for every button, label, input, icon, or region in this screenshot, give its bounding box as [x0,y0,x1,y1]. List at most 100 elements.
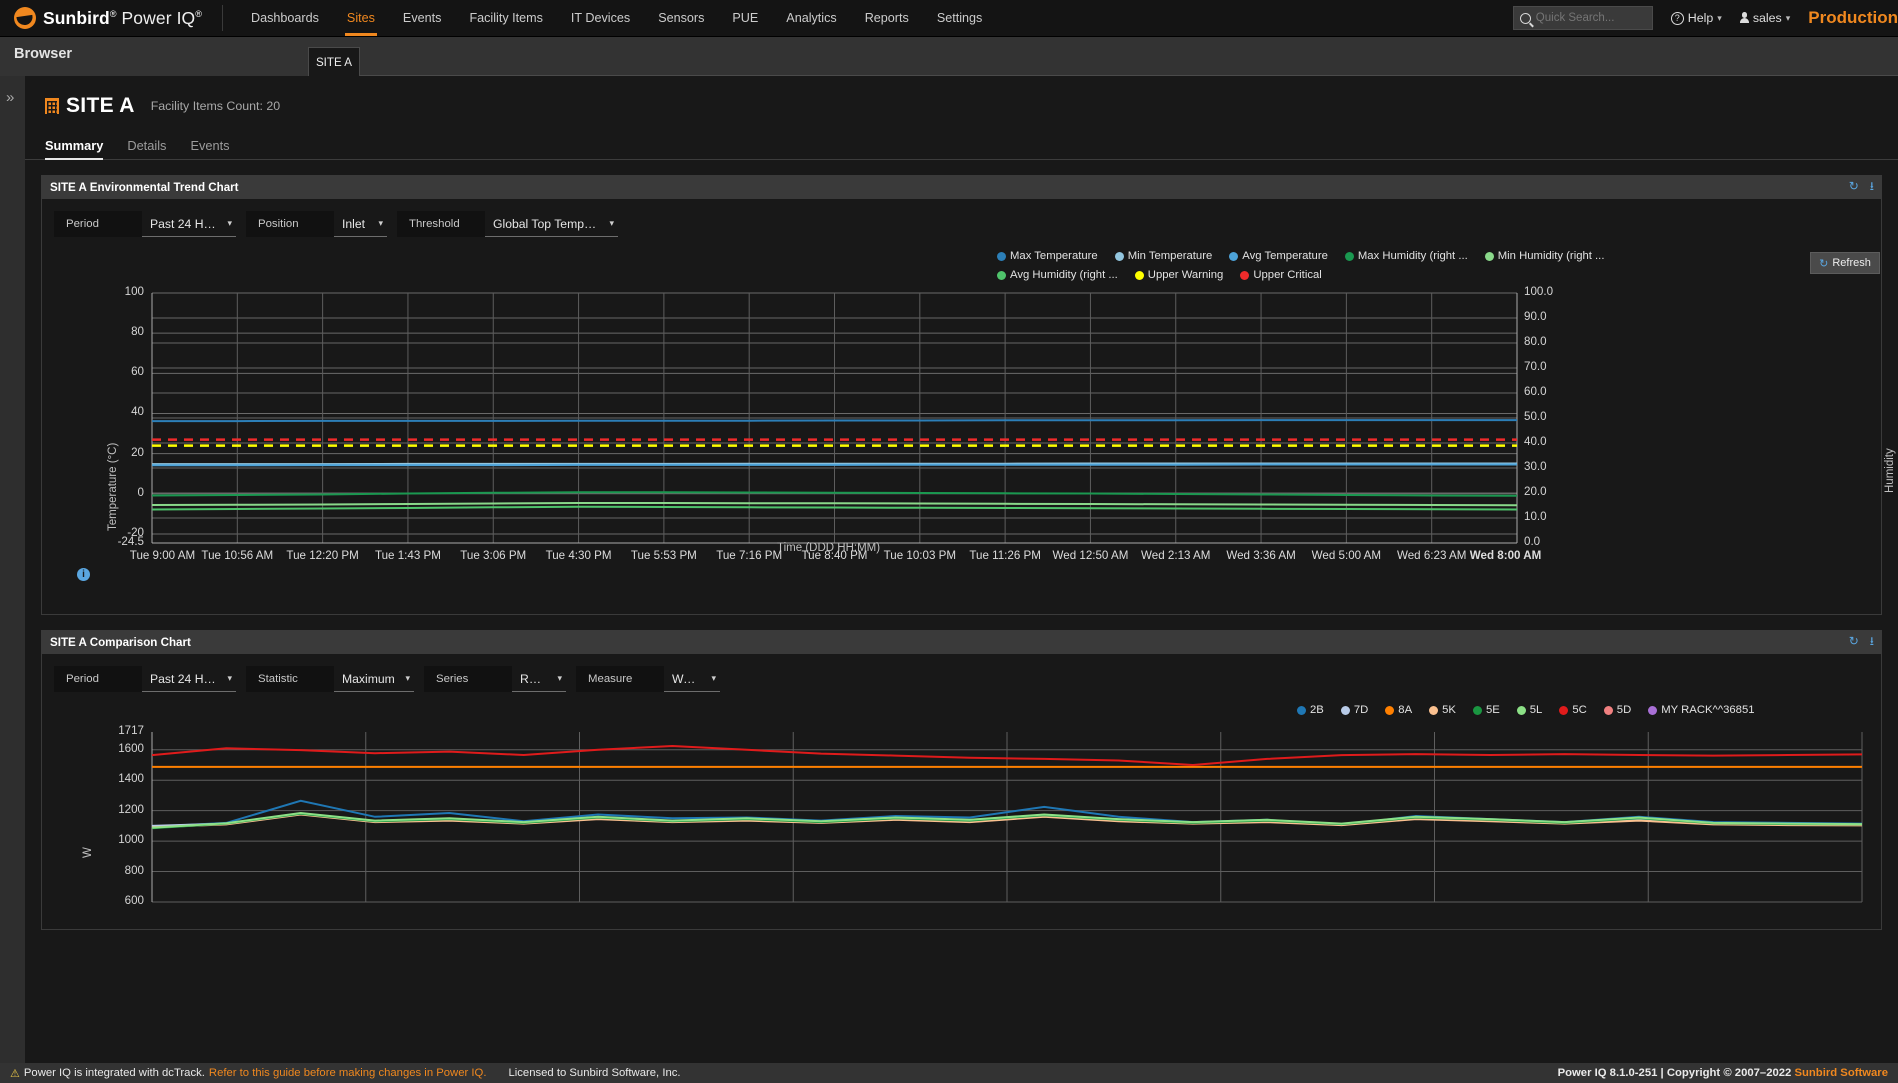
nav-item-settings[interactable]: Settings [923,0,997,36]
nav-item-sensors[interactable]: Sensors [644,0,718,36]
help-menu[interactable]: ? Help ▾ [1670,11,1722,25]
sunbird-logo-icon [14,7,36,29]
trend-position-select[interactable]: Inlet ▾ [334,211,387,237]
legend-swatch-icon [997,270,1006,280]
comparison-statistic-select[interactable]: Maximum ▾ [334,666,414,692]
legend-swatch-icon [1297,705,1306,715]
brand-title: Sunbird® Power IQ® [43,8,202,29]
open-tab-site-a[interactable]: SITE A [308,47,360,76]
help-label: Help [1687,11,1714,25]
comparison-refresh-icon[interactable]: ↻ [1849,635,1859,648]
legend-swatch-icon [1516,705,1526,715]
chevron-down-icon-user: ▾ [1785,12,1791,23]
legend-swatch-icon [1134,270,1144,280]
legend-item[interactable]: 8A [1385,704,1412,716]
trend-period-select[interactable]: Past 24 Hours ▾ [142,211,236,237]
legend-label: Min Temperature [1127,250,1213,262]
legend-item[interactable]: 5E [1472,704,1500,716]
legend-item[interactable]: Max Humidity (right ... [1344,250,1468,262]
chevron-down-icon-trend-period: ▾ [227,218,232,228]
comparison-controls: Period Past 24 Hours ▾ Statistic Maximum… [42,654,1881,698]
trend-x-tick: Wed 5:00 AM [1311,549,1382,562]
chevron-down-icon-trend-position: ▾ [378,218,383,228]
trend-panel-title: SITE A Environmental Trend Chart [50,181,239,194]
nav-item-reports[interactable]: Reports [851,0,923,36]
nav-item-dashboards[interactable]: Dashboards [237,0,333,36]
legend-item[interactable]: Avg Humidity (right ... [997,269,1118,281]
nav-item-sites[interactable]: Sites [333,0,389,36]
trend-x-tick: Tue 12:20 PM [286,549,359,562]
trend-y-tick: 80 [131,325,144,339]
legend-item[interactable]: Max Temperature [997,250,1098,262]
trend-chart-legend: Max Temperature Min Temperature Avg Temper… [997,250,1717,288]
comparison-measure-control: Measure Watts ▾ [576,666,720,692]
trend-y-tick: 40 [131,405,144,419]
facility-items-count: Facility Items Count: 20 [150,99,281,113]
trend-x-tick: Tue 11:26 PM [969,549,1041,562]
quick-search-box[interactable] [1512,6,1653,30]
trend-x-tick: Tue 5:53 PM [630,549,697,562]
chevron-down-icon-help: ▾ [1717,12,1722,23]
nav-item-pue[interactable]: PUE [718,0,772,36]
legend-item[interactable]: Upper Critical [1240,269,1322,281]
building-icon [45,98,59,114]
legend-label: 5E [1485,704,1500,716]
legend-item[interactable]: 7D [1340,704,1368,716]
nav-item-events[interactable]: Events [389,0,456,36]
user-menu[interactable]: sales ▾ [1739,11,1791,25]
footer-version: Power IQ 8.1.0-251 | Copyright © 2007–20… [1558,1067,1888,1079]
brand-name-bold: Sunbird [43,7,110,28]
comparison-period-select[interactable]: Past 24 Hours ▾ [142,666,236,692]
page-title: SITE A [66,94,135,117]
legend-swatch-icon [1344,251,1354,261]
legend-label: Avg Temperature [1242,250,1328,262]
legend-item[interactable]: 5L [1516,704,1543,716]
footer-version-text: Power IQ 8.1.0-251 | Copyright © 2007–20… [1557,1067,1795,1079]
sidebar-expand-icon[interactable]: » [6,89,14,106]
user-icon [1739,12,1749,24]
brand-reg-1: ® [109,8,117,19]
legend-item[interactable]: 5D [1603,704,1631,716]
tab-events[interactable]: Events [190,138,229,159]
trend-y-tick: 20 [131,445,144,459]
chevron-down-icon-trend-threshold: ▾ [609,218,614,228]
legend-item[interactable]: Min Humidity (right ... [1484,250,1604,262]
legend-item[interactable]: 5K [1429,704,1456,716]
comparison-statistic-control: Statistic Maximum ▾ [246,666,414,692]
comparison-statistic-value: Maximum [342,671,395,686]
legend-item[interactable]: 2B [1297,704,1324,716]
trend-period-control: Period Past 24 Hours ▾ [54,211,236,237]
brand-logo-area[interactable]: Sunbird® Power IQ® [0,0,222,36]
comparison-y-tick: 1200 [118,802,144,816]
legend-item[interactable]: 5C [1559,704,1587,716]
trend-panel-actions: ↻ ⭳ [1849,180,1874,193]
search-input[interactable] [1535,12,1646,24]
trend-refresh-icon[interactable]: ↻ [1849,180,1859,193]
legend-item[interactable]: MY RACK^^36851 [1648,704,1755,716]
trend-info-icon[interactable]: i [77,568,90,581]
trend-x-tick: Wed 2:13 AM [1141,549,1211,562]
trend-threshold-select[interactable]: Global Top Temperature ▾ [485,211,618,237]
nav-item-facility-items[interactable]: Facility Items [455,0,556,36]
legend-item[interactable]: Avg Temperature [1229,250,1328,262]
trend-x-tick: Wed 8:00 AM [1469,549,1542,562]
trend-threshold-label: Threshold [397,211,485,237]
trend-export-icon[interactable]: ⭳ [1870,180,1874,193]
nav-item-analytics[interactable]: Analytics [772,0,850,36]
legend-item[interactable]: Upper Warning [1134,269,1223,281]
legend-label: 5L [1529,704,1543,716]
tab-details[interactable]: Details [127,138,166,159]
nav-item-it-devices[interactable]: IT Devices [557,0,644,36]
legend-swatch-icon [1229,251,1239,261]
legend-label: MY RACK^^36851 [1661,704,1755,716]
comparison-measure-select[interactable]: Watts ▾ [664,666,720,692]
legend-item[interactable]: Min Temperature [1114,250,1213,262]
trend-x-tick: Wed 6:23 AM [1396,549,1467,562]
legend-swatch-icon [1648,705,1658,715]
tab-summary[interactable]: Summary [45,138,104,160]
comparison-series-select[interactable]: Rack ▾ [512,666,566,692]
comparison-export-icon[interactable]: ⭳ [1870,635,1874,648]
comparison-y-tick: 1600 [118,741,144,755]
footer-guide-link[interactable]: Refer to this guide before making change… [209,1067,487,1079]
trend-y2-tick: 70.0 [1524,360,1547,373]
